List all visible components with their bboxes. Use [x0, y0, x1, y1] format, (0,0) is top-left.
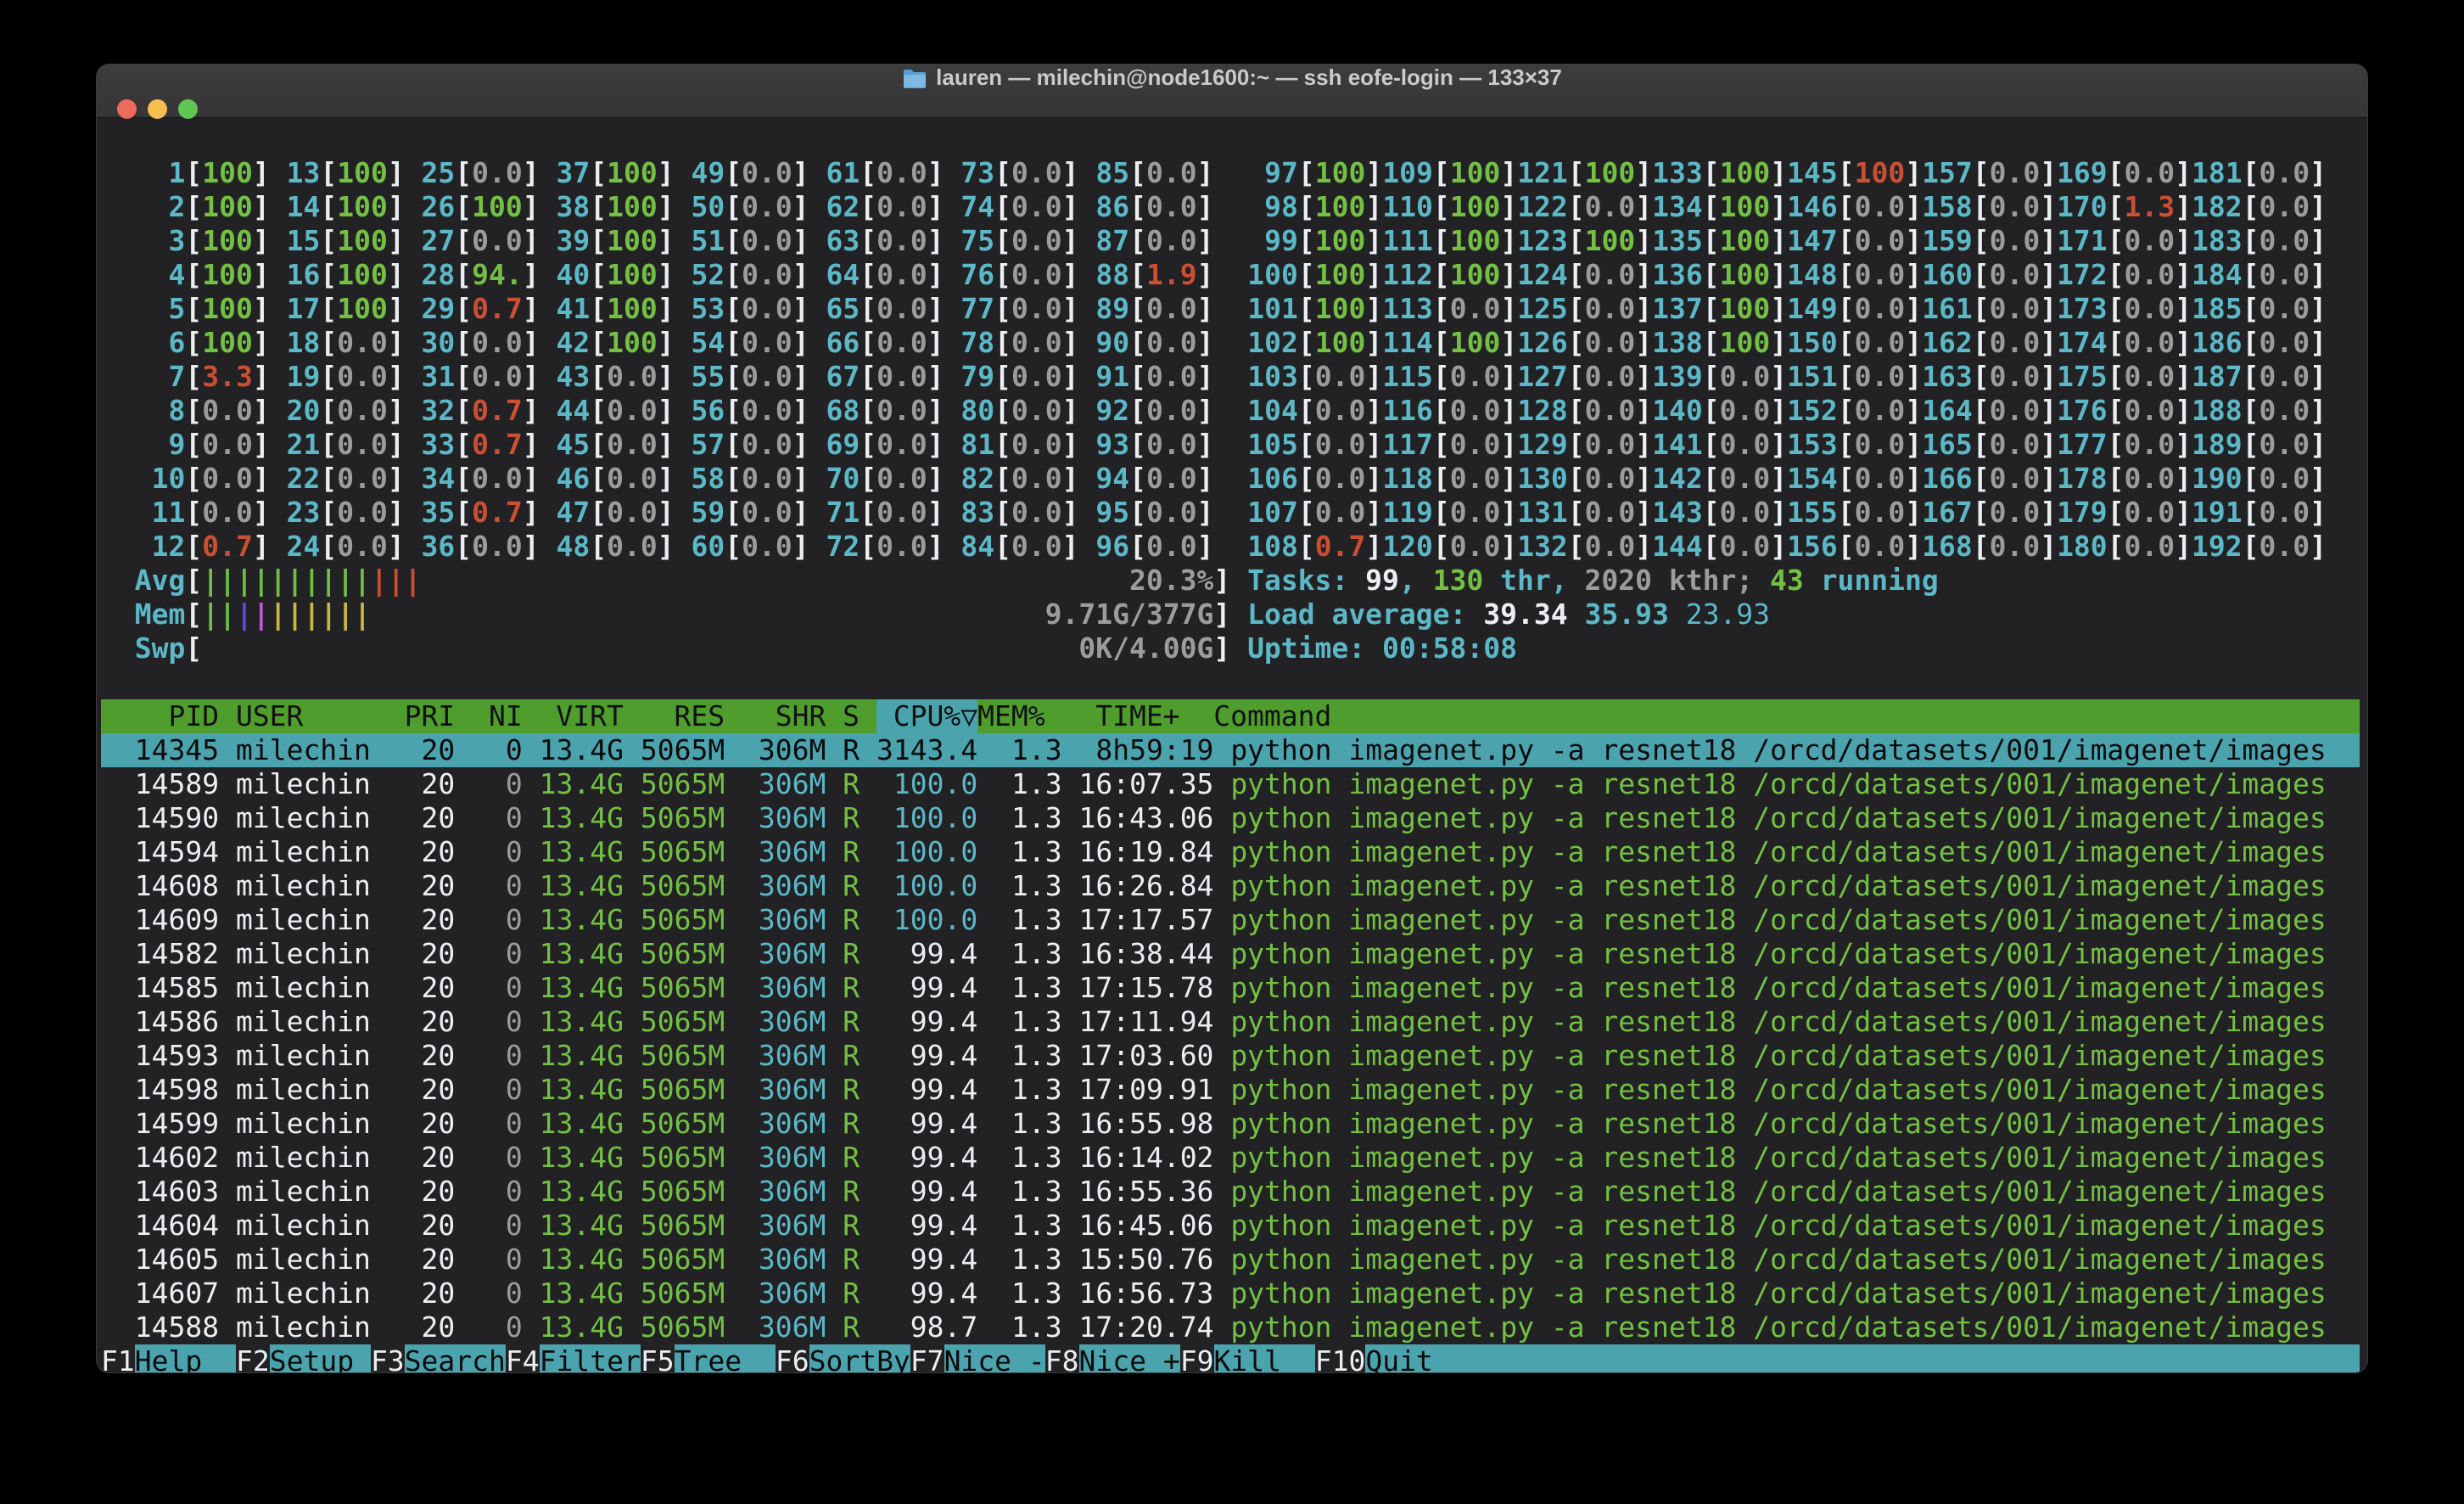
process-row[interactable]: 14585 milechin 20 0 13.4G 5065M 306M R 9…	[101, 971, 2360, 1005]
process-row[interactable]: 14588 milechin 20 0 13.4G 5065M 306M R 9…	[101, 1310, 2360, 1344]
process-row-selected[interactable]: 14345 milechin 20 0 13.4G 5065M 306M R 3…	[101, 733, 2360, 767]
cpu-meter-row: 7[3.3] 19[0.0] 31[0.0] 43[0.0] 55[0.0] 6…	[101, 360, 2360, 394]
uptime-summary: Uptime: 00:58:08	[1247, 631, 1517, 665]
function-key-bar: F1Help F2Setup F3SearchF4FilterF5Tree F6…	[101, 1344, 2360, 1373]
folder-icon	[902, 68, 927, 90]
fnkey-f4[interactable]: F4	[506, 1344, 540, 1373]
process-row[interactable]: 14602 milechin 20 0 13.4G 5065M 306M R 9…	[101, 1141, 2360, 1175]
htop-screen: 1[100] 13[100] 25[0.0] 37[100] 49[0.0] 6…	[97, 117, 2367, 1372]
table-header: PID USER PRI NI VIRT RES SHR S CPU%▽MEM%…	[101, 699, 2360, 733]
cpu-meter-row: 10[0.0] 22[0.0] 34[0.0] 46[0.0] 58[0.0] …	[101, 462, 2360, 496]
cpu-meter-grid: 1[100] 13[100] 25[0.0] 37[100] 49[0.0] 6…	[101, 156, 2367, 564]
fnkey-f3[interactable]: F3	[371, 1344, 405, 1373]
fnkey-f10[interactable]: F10	[1315, 1344, 1366, 1373]
fnkey-f7[interactable]: F7	[910, 1344, 944, 1373]
process-row[interactable]: 14582 milechin 20 0 13.4G 5065M 306M R 9…	[101, 937, 2360, 971]
fnlabel-setup[interactable]: Setup	[270, 1344, 371, 1373]
process-row[interactable]: 14604 milechin 20 0 13.4G 5065M 306M R 9…	[101, 1209, 2360, 1243]
window-titlebar[interactable]: lauren — milechin@node1600:~ — ssh eofe-…	[97, 65, 2367, 118]
cpu-meter-row: 11[0.0] 23[0.0] 35[0.7] 47[0.0] 59[0.0] …	[101, 496, 2360, 530]
process-row[interactable]: 14608 milechin 20 0 13.4G 5065M 306M R 1…	[101, 869, 2360, 903]
load-summary: Load average: 39.34 35.93 23.93	[1247, 598, 1770, 631]
cpu-meter-row: 4[100] 16[100] 28[94.] 40[100] 52[0.0] 6…	[101, 258, 2360, 292]
sort-column-cpu[interactable]: CPU%▽	[876, 699, 977, 733]
process-row[interactable]: 14609 milechin 20 0 13.4G 5065M 306M R 1…	[101, 903, 2360, 937]
fnlabel-help[interactable]: Help	[135, 1344, 236, 1373]
cpu-meter-row: 1[100] 13[100] 25[0.0] 37[100] 49[0.0] 6…	[101, 156, 2360, 190]
process-row[interactable]: 14599 milechin 20 0 13.4G 5065M 306M R 9…	[101, 1107, 2360, 1141]
fnkey-f2[interactable]: F2	[236, 1344, 270, 1373]
process-row[interactable]: 14594 milechin 20 0 13.4G 5065M 306M R 1…	[101, 835, 2360, 869]
fnlabel-filter[interactable]: Filter	[540, 1344, 641, 1373]
fnlabel-search[interactable]: Search	[405, 1344, 506, 1373]
process-row[interactable]: 14607 milechin 20 0 13.4G 5065M 306M R 9…	[101, 1277, 2360, 1310]
fnlabel-nice-[interactable]: Nice +	[1079, 1344, 1180, 1373]
process-row[interactable]: 14589 milechin 20 0 13.4G 5065M 306M R 1…	[101, 767, 2360, 801]
tasks-summary: Tasks: 99, 130 thr, 2020 kthr; 43 runnin…	[1247, 564, 1939, 597]
blank-row	[101, 665, 2360, 699]
cpu-meter-row: 3[100] 15[100] 27[0.0] 39[100] 51[0.0] 6…	[101, 224, 2360, 258]
swp-meter: Swp[ 0K/4.00G] Uptime: 00:58:08	[101, 631, 2360, 665]
process-row[interactable]: 14586 milechin 20 0 13.4G 5065M 306M R 9…	[101, 1005, 2360, 1039]
process-row[interactable]: 14590 milechin 20 0 13.4G 5065M 306M R 1…	[101, 801, 2360, 835]
cpu-meter-row: 8[0.0] 20[0.0] 32[0.7] 44[0.0] 56[0.0] 6…	[101, 394, 2360, 428]
fnlabel-kill[interactable]: Kill	[1214, 1344, 1315, 1373]
process-table: 14345 milechin 20 0 13.4G 5065M 306M R 3…	[101, 733, 2367, 1344]
blank-row	[101, 122, 2360, 156]
fnlabel-sortby[interactable]: SortBy	[809, 1344, 910, 1373]
cpu-meter-row: 12[0.7] 24[0.0] 36[0.0] 48[0.0] 60[0.0] …	[101, 530, 2360, 564]
window-title: lauren — milechin@node1600:~ — ssh eofe-…	[97, 65, 2367, 117]
fnkey-f5[interactable]: F5	[641, 1344, 675, 1373]
process-row[interactable]: 14603 milechin 20 0 13.4G 5065M 306M R 9…	[101, 1175, 2360, 1209]
cpu-meter-row: 5[100] 17[100] 29[0.7] 41[100] 53[0.0] 6…	[101, 292, 2360, 326]
fnlabel-tree[interactable]: Tree	[675, 1344, 776, 1373]
cpu-meter-row: 6[100] 18[0.0] 30[0.0] 42[100] 54[0.0] 6…	[101, 326, 2360, 360]
cpu-meter-row: 2[100] 14[100] 26[100] 38[100] 50[0.0] 6…	[101, 190, 2360, 224]
avg-meter: Avg[||||||||||||| 20.3%] Tasks: 99, 130 …	[101, 564, 2360, 598]
process-row[interactable]: 14598 milechin 20 0 13.4G 5065M 306M R 9…	[101, 1073, 2360, 1107]
process-row[interactable]: 14605 milechin 20 0 13.4G 5065M 306M R 9…	[101, 1243, 2360, 1277]
fnlabel-nice-[interactable]: Nice -	[944, 1344, 1045, 1373]
cpu-meter-row: 9[0.0] 21[0.0] 33[0.7] 45[0.0] 57[0.0] 6…	[101, 428, 2360, 462]
mem-meter: Mem[|||||||||| 9.71G/377G] Load average:…	[101, 598, 2360, 631]
system-meters: Avg[||||||||||||| 20.3%] Tasks: 99, 130 …	[101, 564, 2367, 665]
fnlabel-quit[interactable]: Quit	[1365, 1344, 1432, 1373]
process-row[interactable]: 14593 milechin 20 0 13.4G 5065M 306M R 9…	[101, 1039, 2360, 1073]
terminal-window: lauren — milechin@node1600:~ — ssh eofe-…	[96, 64, 2368, 1373]
fnkey-f1[interactable]: F1	[101, 1344, 135, 1373]
fnkey-f6[interactable]: F6	[776, 1344, 809, 1373]
fnkey-f8[interactable]: F8	[1045, 1344, 1079, 1373]
fnkey-f9[interactable]: F9	[1180, 1344, 1214, 1373]
